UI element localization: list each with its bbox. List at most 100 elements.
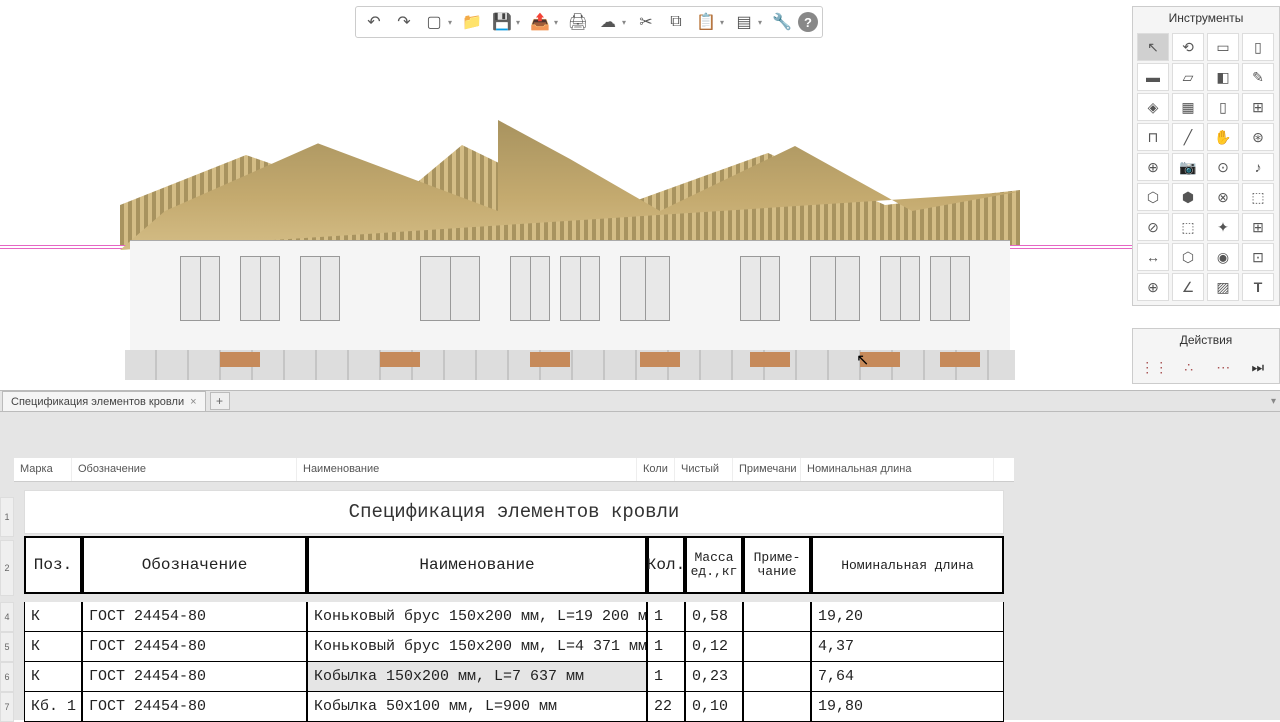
cell-kol[interactable]: 22 (647, 692, 685, 722)
zone-tool[interactable]: ⬚ (1242, 183, 1274, 211)
tab-menu-icon[interactable]: ▾ (1271, 396, 1276, 407)
cell-ob[interactable]: ГОСТ 24454-80 (82, 602, 307, 632)
copy-button[interactable]: ⧉ (662, 8, 690, 36)
row-num[interactable]: 4 (0, 602, 14, 632)
col-h-pr[interactable]: Примечани (733, 458, 801, 481)
viewport-3d[interactable]: ↖ (0, 0, 1132, 390)
camera-tool[interactable]: 📷 (1172, 153, 1204, 181)
railing-tool[interactable]: ▦ (1172, 93, 1204, 121)
redo-button[interactable]: ↷ (390, 8, 418, 36)
shell-tool[interactable]: ⬢ (1172, 183, 1204, 211)
cell-prim[interactable] (743, 662, 811, 692)
table-row[interactable]: Кб. 1ГОСТ 24454-80Кобылка 50x100 мм, L=9… (24, 692, 1004, 722)
cell-name[interactable]: Коньковый брус 150x200 мм, L=4 371 мм (307, 632, 647, 662)
pointer-tool[interactable]: ↖ (1137, 33, 1169, 61)
table-row[interactable]: КГОСТ 24454-80Коньковый брус 150x200 мм,… (24, 602, 1004, 632)
label-tool[interactable]: ◉ (1207, 243, 1239, 271)
grid-tool[interactable]: ⊕ (1137, 153, 1169, 181)
cell-ob[interactable]: ГОСТ 24454-80 (82, 662, 307, 692)
mesh-tool[interactable]: ⊛ (1242, 123, 1274, 151)
hatch-tool[interactable]: ▨ (1207, 273, 1239, 301)
dim-tool[interactable]: ↔ (1137, 243, 1169, 271)
cell-kol[interactable]: 1 (647, 602, 685, 632)
rect-tool[interactable]: ▭ (1207, 33, 1239, 61)
morph-tool[interactable]: ⬡ (1137, 183, 1169, 211)
door-tool[interactable]: ▯ (1207, 93, 1239, 121)
cell-name[interactable]: Коньковый брус 150x200 мм, L=19 200 мм (307, 602, 647, 632)
cell-kol[interactable]: 1 (647, 662, 685, 692)
level-tool[interactable]: ⬡ (1172, 243, 1204, 271)
cell-nomlen[interactable]: 4,37 (811, 632, 1004, 662)
measure-tool[interactable]: ⊙ (1207, 153, 1239, 181)
cell-massa[interactable]: 0,23 (685, 662, 743, 692)
col-h-kol[interactable]: Коли (637, 458, 675, 481)
cell-prim[interactable] (743, 602, 811, 632)
export-button[interactable]: 📤 (526, 8, 554, 36)
action-align-left[interactable]: ⋮⋮ (1140, 355, 1168, 379)
cell-ob[interactable]: ГОСТ 24454-80 (82, 632, 307, 662)
folder-button[interactable]: 📁 (458, 8, 486, 36)
tab-close-icon[interactable]: × (190, 396, 196, 408)
action-skip[interactable]: ⏭ (1244, 355, 1272, 379)
orbit-tool[interactable]: ⟲ (1172, 33, 1204, 61)
column-tool[interactable]: ▯ (1242, 33, 1274, 61)
roof-tool[interactable]: ▱ (1172, 63, 1204, 91)
cell-pos[interactable]: Кб. 1 (24, 692, 82, 722)
opening-tool[interactable]: ⊓ (1137, 123, 1169, 151)
row-num[interactable]: 5 (0, 632, 14, 662)
radial-tool[interactable]: ⊕ (1137, 273, 1169, 301)
col-h-ch[interactable]: Чистый (675, 458, 733, 481)
table-row[interactable]: КГОСТ 24454-80Коньковый брус 150x200 мм,… (24, 632, 1004, 662)
cut-button[interactable]: ✂ (632, 8, 660, 36)
angle-tool[interactable]: ∠ (1172, 273, 1204, 301)
action-align-center[interactable]: ∴ (1175, 355, 1203, 379)
object-tool[interactable]: ⊗ (1207, 183, 1239, 211)
tab-spec[interactable]: Спецификация элементов кровли × (2, 391, 206, 411)
cell-pos[interactable]: К (24, 602, 82, 632)
cell-ob[interactable]: ГОСТ 24454-80 (82, 692, 307, 722)
cell-massa[interactable]: 0,58 (685, 602, 743, 632)
layers-button[interactable]: ▤ (730, 8, 758, 36)
section-tool[interactable]: ♪ (1242, 153, 1274, 181)
tab-add-button[interactable]: + (210, 392, 230, 410)
box-button[interactable]: ▢ (420, 8, 448, 36)
row-num[interactable]: 1 (0, 497, 14, 537)
text-tool[interactable]: T (1242, 273, 1274, 301)
cell-kol[interactable]: 1 (647, 632, 685, 662)
cell-nomlen[interactable]: 7,64 (811, 662, 1004, 692)
window-tool[interactable]: ⊞ (1242, 93, 1274, 121)
cell-name[interactable]: Кобылка 50x100 мм, L=900 мм (307, 692, 647, 722)
col-h-nl[interactable]: Номинальная длина (801, 458, 994, 481)
cell-prim[interactable] (743, 692, 811, 722)
cloud-button[interactable]: ☁ (594, 8, 622, 36)
print-button[interactable]: 🖨 (564, 8, 592, 36)
cell-massa[interactable]: 0,10 (685, 692, 743, 722)
cell-nomlen[interactable]: 19,80 (811, 692, 1004, 722)
curtain-tool[interactable]: ⬚ (1172, 213, 1204, 241)
profile-tool[interactable]: ✦ (1207, 213, 1239, 241)
settings-button[interactable]: 🔧 (768, 8, 796, 36)
cell-nomlen[interactable]: 19,20 (811, 602, 1004, 632)
hand-tool[interactable]: ✋ (1207, 123, 1239, 151)
row-num[interactable]: 6 (0, 662, 14, 692)
action-align-right[interactable]: ⋯ (1209, 355, 1237, 379)
cell-pos[interactable]: К (24, 662, 82, 692)
detail-tool[interactable]: ⊡ (1242, 243, 1274, 271)
stair-tool[interactable]: ◈ (1137, 93, 1169, 121)
undo-button[interactable]: ↶ (360, 8, 388, 36)
col-h-na[interactable]: Наименование (297, 458, 637, 481)
wall-tool[interactable]: ◧ (1207, 63, 1239, 91)
col-h-marka[interactable]: Марка (14, 458, 72, 481)
help-button[interactable]: ? (798, 12, 818, 32)
beam-tool[interactable]: ✎ (1242, 63, 1274, 91)
spec-title[interactable]: Спецификация элементов кровли (24, 490, 1004, 534)
row-num[interactable]: 2 (0, 540, 14, 596)
col-h-ob[interactable]: Обозначение (72, 458, 297, 481)
cell-massa[interactable]: 0,12 (685, 632, 743, 662)
cell-pos[interactable]: К (24, 632, 82, 662)
save-button[interactable]: 💾 (488, 8, 516, 36)
cell-prim[interactable] (743, 632, 811, 662)
terrain-tool[interactable]: ⊞ (1242, 213, 1274, 241)
line-tool[interactable]: ╱ (1172, 123, 1204, 151)
fill-tool[interactable]: ⊘ (1137, 213, 1169, 241)
